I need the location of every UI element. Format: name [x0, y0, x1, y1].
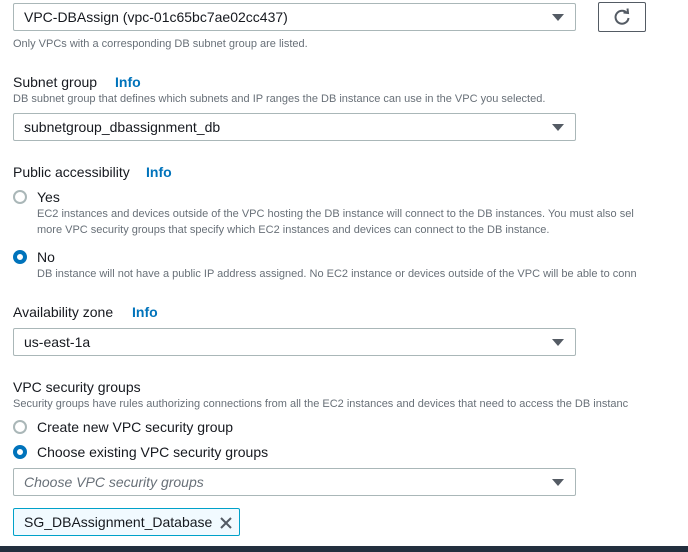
- security-group-token-label: SG_DBAssignment_Database: [24, 514, 213, 530]
- create-new-sg-radio[interactable]: [13, 420, 27, 434]
- availability-zone-select[interactable]: us-east-1a: [13, 328, 576, 356]
- refresh-icon: [614, 8, 630, 25]
- caret-down-icon: [552, 339, 564, 346]
- vpc-select-value: VPC-DBAssign (vpc-01c65bc7ae02cc437): [24, 9, 288, 25]
- security-groups-select[interactable]: Choose VPC security groups: [13, 468, 576, 496]
- security-groups-label: VPC security groups: [13, 379, 141, 395]
- subnet-group-label: Subnet group: [13, 74, 98, 90]
- public-access-label: Public accessibility: [13, 164, 130, 180]
- public-access-no-radio[interactable]: [13, 250, 27, 264]
- public-access-yes-radio[interactable]: [13, 190, 27, 204]
- public-access-yes-label[interactable]: Yes: [37, 189, 60, 205]
- caret-down-icon: [552, 14, 564, 21]
- choose-existing-sg-label[interactable]: Choose existing VPC security groups: [37, 444, 268, 460]
- subnet-group-info-link[interactable]: Info: [115, 74, 141, 90]
- caret-down-icon: [552, 124, 564, 131]
- vpc-description: Only VPCs with a corresponding DB subnet…: [13, 38, 308, 50]
- create-new-sg-label[interactable]: Create new VPC security group: [37, 419, 233, 435]
- availability-zone-info-link[interactable]: Info: [132, 304, 158, 320]
- subnet-group-value: subnetgroup_dbassignment_db: [24, 119, 221, 135]
- availability-zone-value: us-east-1a: [24, 334, 91, 350]
- remove-token-icon[interactable]: [218, 515, 234, 531]
- refresh-button[interactable]: [598, 2, 646, 32]
- public-access-yes-desc-2: more VPC security groups that specify wh…: [37, 224, 550, 236]
- public-access-no-label[interactable]: No: [37, 249, 55, 265]
- security-groups-description: Security groups have rules authorizing c…: [13, 398, 629, 410]
- choose-existing-sg-radio[interactable]: [13, 445, 27, 459]
- bottom-bar: [0, 546, 688, 552]
- caret-down-icon: [552, 479, 564, 486]
- public-access-info-link[interactable]: Info: [146, 164, 172, 180]
- subnet-group-select[interactable]: subnetgroup_dbassignment_db: [13, 113, 576, 141]
- availability-zone-label: Availability zone: [13, 304, 114, 320]
- security-groups-placeholder: Choose VPC security groups: [24, 474, 204, 490]
- security-group-token: SG_DBAssignment_Database: [13, 508, 240, 536]
- public-access-no-desc: DB instance will not have a public IP ad…: [37, 268, 637, 280]
- subnet-group-description: DB subnet group that defines which subne…: [13, 93, 546, 105]
- public-access-yes-desc-1: EC2 instances and devices outside of the…: [37, 208, 634, 220]
- vpc-select[interactable]: VPC-DBAssign (vpc-01c65bc7ae02cc437): [13, 3, 576, 31]
